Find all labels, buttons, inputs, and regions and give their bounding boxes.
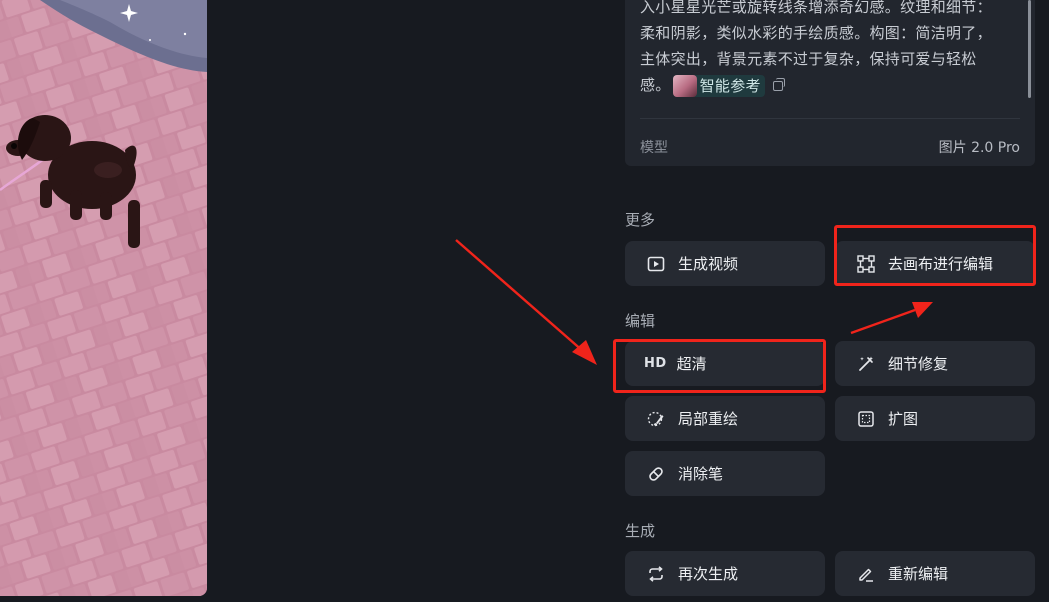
section-title-edit: 编辑	[625, 312, 656, 330]
smart-reference-label: 智能参考	[699, 76, 761, 95]
model-label: 模型	[640, 140, 668, 156]
generate-video-button[interactable]: 生成视频	[625, 241, 825, 286]
video-play-icon	[647, 255, 665, 273]
section-title-generate: 生成	[625, 522, 656, 540]
generate-video-label: 生成视频	[678, 255, 739, 273]
arrow-to-upscale	[455, 239, 585, 353]
go-canvas-edit-button[interactable]: 去画布进行编辑	[835, 241, 1035, 286]
detail-fix-button[interactable]: 细节修复	[835, 341, 1035, 386]
reference-thumbnail	[672, 74, 697, 97]
re-edit-label: 重新编辑	[888, 565, 949, 583]
prompt-line: 入小星星光芒或旋转线条增添奇幻感。纹理和细节：	[640, 0, 992, 16]
regenerate-button[interactable]: 再次生成	[625, 551, 825, 596]
prompt-line: 感。	[640, 76, 671, 94]
app-root: 入小星星光芒或旋转线条增添奇幻感。纹理和细节： 柔和阴影，类似水彩的手绘质感。构…	[0, 0, 1049, 602]
regenerate-label: 再次生成	[678, 565, 739, 583]
outpaint-label: 扩图	[888, 410, 919, 428]
prompt-text: 入小星星光芒或旋转线条增添奇幻感。纹理和细节： 柔和阴影，类似水彩的手绘质感。构…	[640, 0, 1012, 98]
expand-frame-icon	[857, 410, 875, 428]
prompt-line: 主体突出，背景元素不过于复杂，保持可爱与轻松	[640, 50, 977, 68]
hd-icon: HD	[644, 356, 667, 371]
eraser-label: 消除笔	[678, 465, 724, 483]
divider	[640, 118, 1020, 119]
go-canvas-edit-label: 去画布进行编辑	[888, 255, 994, 273]
inpaint-label: 局部重绘	[678, 410, 739, 428]
magic-wand-icon	[857, 355, 875, 373]
outpaint-button[interactable]: 扩图	[835, 396, 1035, 441]
canvas-transform-icon	[857, 254, 875, 273]
re-edit-button[interactable]: 重新编辑	[835, 551, 1035, 596]
prompt-line-last: 感。 智能参考	[640, 72, 1012, 98]
puppy-illustration	[0, 0, 207, 596]
repeat-icon	[647, 565, 665, 583]
pencil-icon	[857, 565, 875, 583]
brush-circle-icon	[647, 410, 665, 428]
upscale-hd-button[interactable]: HD 超清	[625, 341, 825, 386]
prompt-line: 柔和阴影，类似水彩的手绘质感。构图：简洁明了，	[640, 24, 992, 42]
prompt-scrollbar[interactable]	[1028, 0, 1031, 98]
copy-icon[interactable]	[772, 77, 785, 91]
arrow-head-upscale	[572, 340, 597, 365]
eraser-button[interactable]: 消除笔	[625, 451, 825, 496]
inpaint-button[interactable]: 局部重绘	[625, 396, 825, 441]
model-value: 图片 2.0 Pro	[938, 140, 1020, 156]
eraser-icon	[647, 465, 665, 483]
prompt-card: 入小星星光芒或旋转线条增添奇幻感。纹理和细节： 柔和阴影，类似水彩的手绘质感。构…	[625, 0, 1035, 166]
detail-fix-label: 细节修复	[888, 355, 949, 373]
generated-image-preview[interactable]	[0, 0, 207, 596]
upscale-label: 超清	[676, 355, 707, 373]
smart-reference-chip[interactable]: 智能参考	[672, 74, 765, 97]
section-title-more: 更多	[625, 211, 656, 229]
image-action-panel: 入小星星光芒或旋转线条增添奇幻感。纹理和细节： 柔和阴影，类似水彩的手绘质感。构…	[625, 0, 1035, 602]
